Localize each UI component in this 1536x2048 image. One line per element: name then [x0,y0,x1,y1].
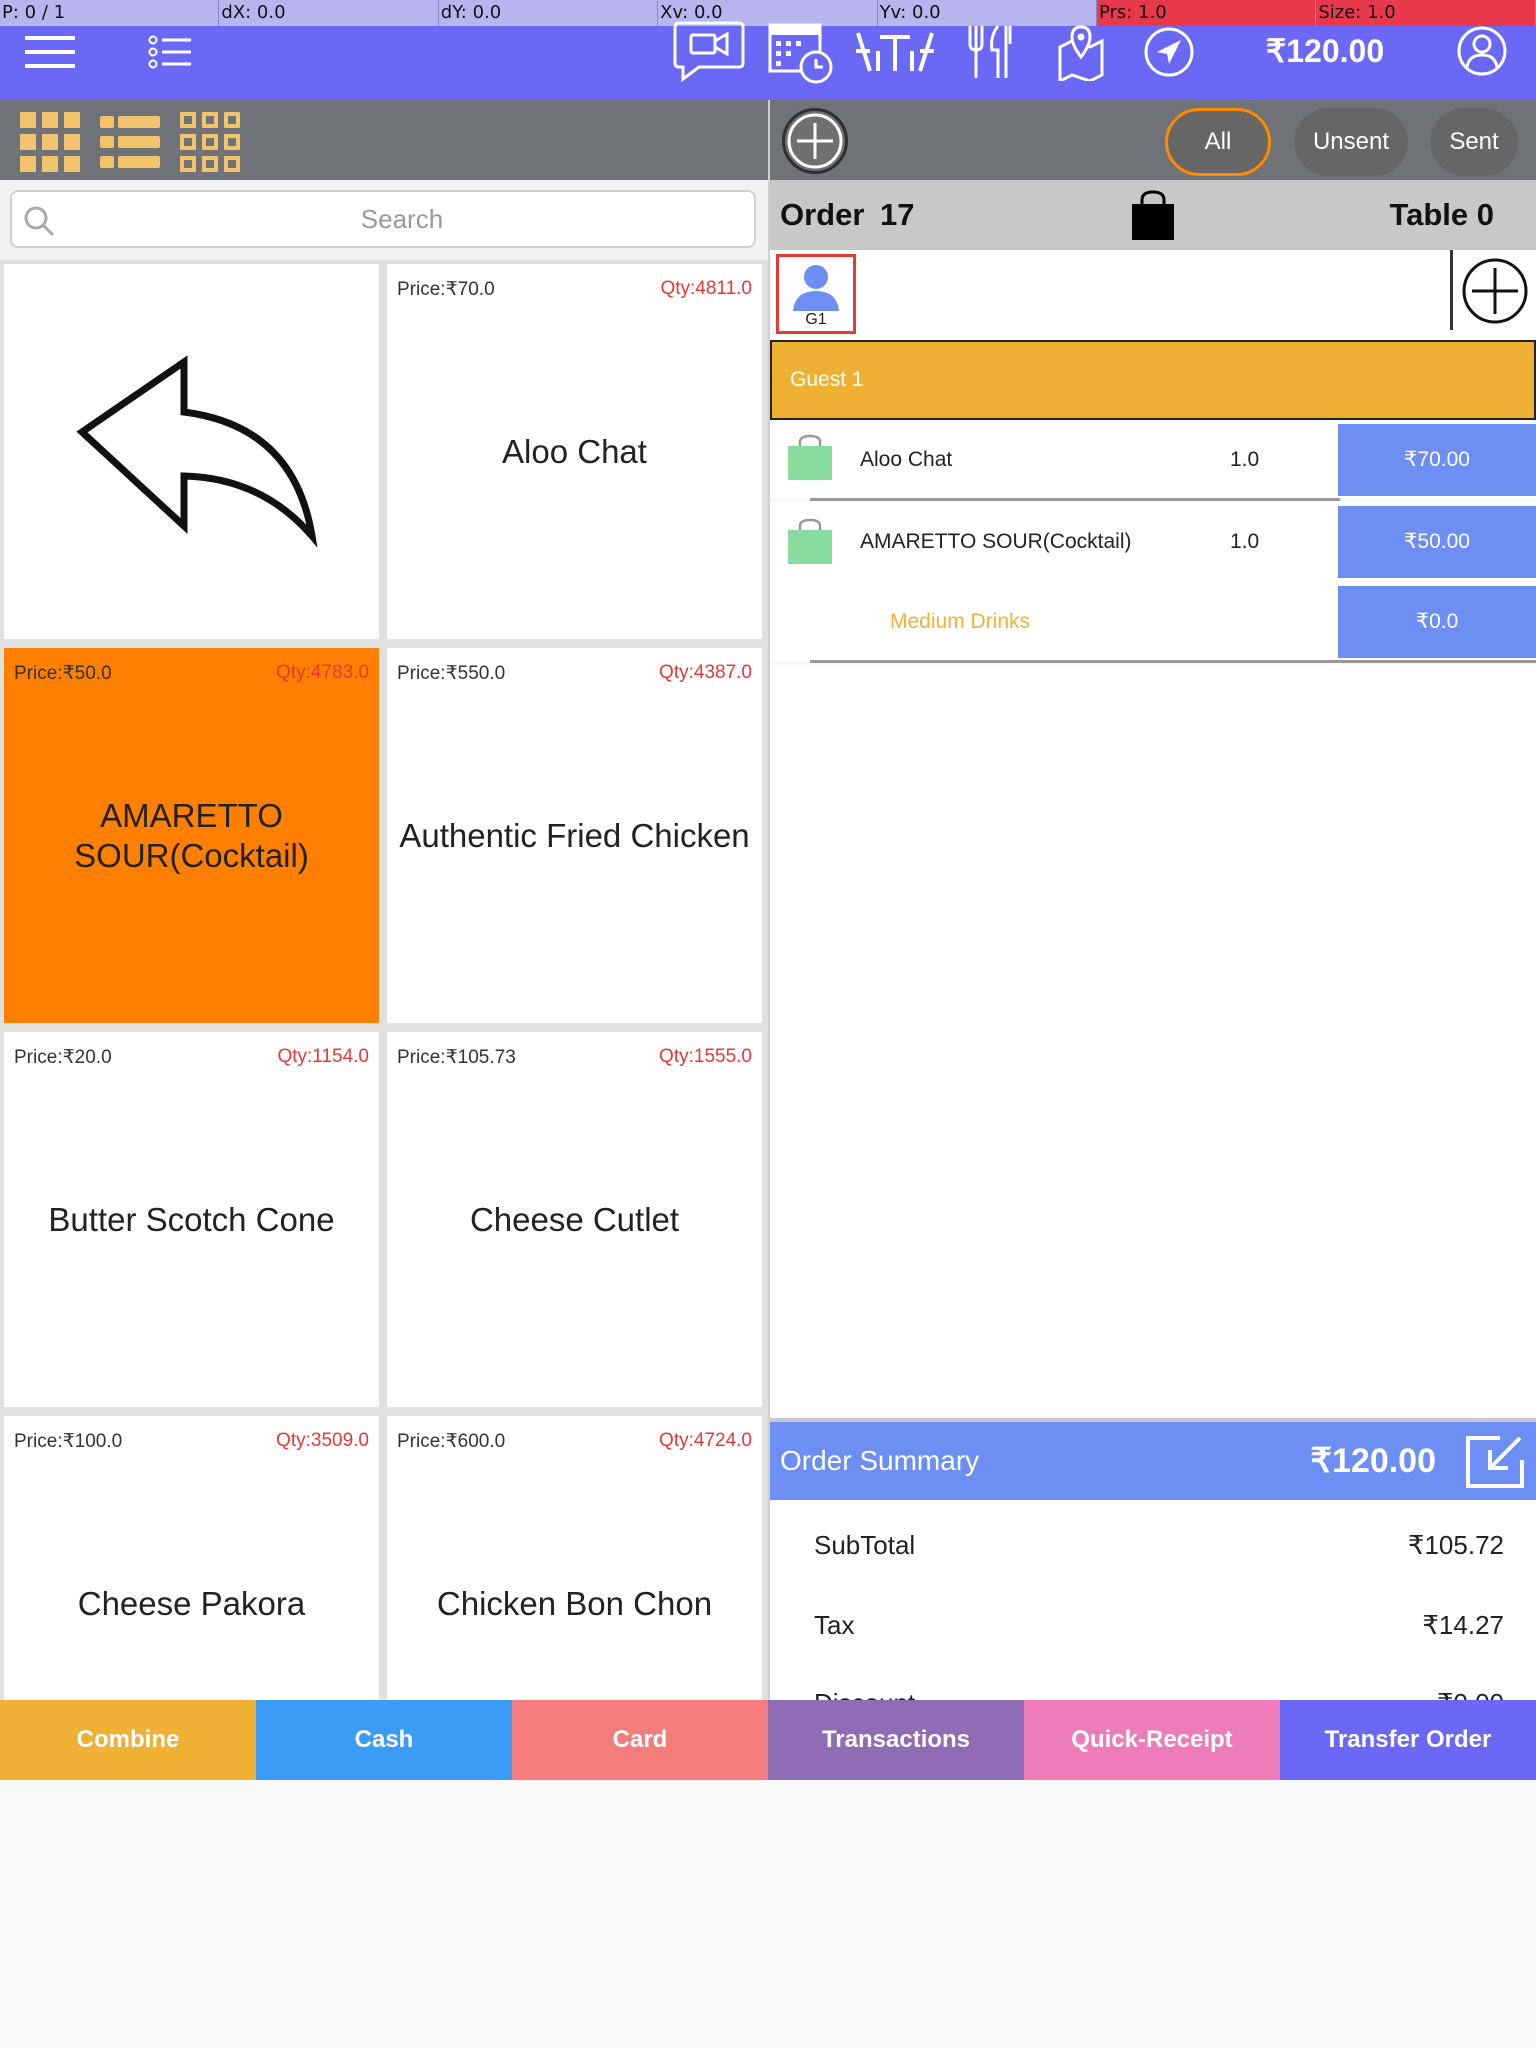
discount-label: Discount [814,1688,915,1700]
guest-divider [1450,250,1453,330]
menu-icon[interactable] [20,30,80,74]
search-icon [22,204,56,238]
product-tile[interactable]: Price:₹105.73 Qty:1555.0 Cheese Cutlet [387,1032,762,1407]
modifier-name: Medium Drinks [890,610,1031,633]
subtotal-value: ₹105.72 [1407,1530,1504,1560]
tile-name: Authentic Fried Chicken [399,816,750,854]
shopping-bag-icon [788,434,832,480]
action-bar: Combine Cash Card Transactions Quick-Rec… [0,1700,1536,1780]
order-list-empty-area [770,665,1536,1417]
debug-pointer: P: 0 / 1 [0,0,220,26]
plus-icon [1462,258,1528,324]
order-item-row[interactable]: Aloo Chat 1.0 ₹70.00 [770,422,1536,498]
filter-sent-button[interactable]: Sent [1430,108,1518,176]
user-icon[interactable] [1455,24,1509,78]
order-info-bar: Order 17 Table 0 [770,180,1536,250]
order-item-row[interactable]: AMARETTO SOUR(Cocktail) 1.0 ₹50.00 [770,502,1536,584]
product-tile[interactable]: Price:₹100.0 Qty:3509.0 Cheese Pakora [4,1416,379,1700]
guest-chip-g1[interactable]: G1 [776,254,856,334]
view-toggle-bar [0,100,768,180]
grid-view-icon[interactable] [18,110,82,174]
item-price[interactable]: ₹70.00 [1338,424,1536,496]
add-order-button[interactable] [782,108,848,174]
add-guest-button[interactable] [1460,256,1530,326]
transfer-order-button[interactable]: Transfer Order [1280,1700,1536,1780]
tax-row: Tax ₹14.27 [814,1610,1504,1641]
transactions-button[interactable]: Transactions [768,1700,1024,1780]
item-qty: 1.0 [1230,530,1260,553]
tile-name: Butter Scotch Cone [48,1200,335,1238]
tile-name: Aloo Chat [502,432,647,470]
order-filter-bar: All Unsent Sent [770,100,1536,180]
order-summary-body: SubTotal ₹105.72 Tax ₹14.27 Discount ₹0.… [770,1500,1536,1700]
guest-header-label: Guest 1 [790,368,864,391]
card-button[interactable]: Card [512,1700,768,1780]
item-name: AMARETTO SOUR(Cocktail) [860,530,1132,553]
tax-label: Tax [814,1610,855,1640]
subtotal-label: SubTotal [814,1530,916,1560]
product-tile[interactable]: Price:₹70.0 Qty:4811.0 Aloo Chat [387,264,762,639]
toolbar-total: ₹120.00 [1265,33,1385,69]
list-icon[interactable] [145,30,195,74]
quick-receipt-button[interactable]: Quick-Receipt [1024,1700,1280,1780]
combine-button[interactable]: Combine [0,1700,256,1780]
table-label: Table 0 [1389,197,1494,232]
search-area [0,180,768,260]
small-grid-view-icon[interactable] [178,110,242,174]
empty-bottom-area [0,1780,1536,2048]
product-tile[interactable]: Price:₹550.0 Qty:4387.0 Authentic Fried … [387,648,762,1023]
guest-chip-label: G1 [805,311,827,328]
top-toolbar: ₹120.00 [0,21,1536,100]
filter-all-button[interactable]: All [1165,108,1271,176]
navigation-icon[interactable] [1142,26,1196,78]
order-summary-title: Order Summary [780,1445,980,1476]
debug-dx: dX: 0.0 [219,0,439,26]
tile-name: Cheese Cutlet [469,1200,680,1238]
modifier-price[interactable]: ₹0.0 [1338,586,1536,658]
map-pin-icon[interactable] [1055,22,1107,82]
collapse-icon[interactable] [1464,1434,1526,1490]
order-summary-header[interactable]: Order Summary ₹120.00 [770,1418,1536,1500]
row-divider [810,660,1536,663]
filter-unsent-button[interactable]: Unsent [1294,108,1408,176]
item-qty: 1.0 [1230,448,1260,471]
restaurant-icon[interactable] [962,22,1018,80]
debug-dy: dY: 0.0 [439,0,659,26]
product-grid: Price:₹70.0 Qty:4811.0 Aloo Chat Price:₹… [0,260,768,1700]
order-number: 17 [880,197,915,232]
list-view-icon[interactable] [98,112,162,172]
debug-size: Size: 1.0 [1316,0,1536,26]
subtotal-row: SubTotal ₹105.72 [814,1530,1504,1561]
item-name: Aloo Chat [860,448,953,471]
video-chat-icon[interactable] [672,18,746,84]
discount-value: ₹0.00 [1437,1688,1504,1700]
back-tile[interactable] [4,264,379,639]
back-arrow-icon [76,355,318,548]
plus-icon [787,113,843,169]
order-label: Order [780,197,865,232]
product-tile-selected[interactable]: Price:₹50.0 Qty:4783.0 AMARETTO SOUR(Coc… [4,648,379,1023]
guest-header[interactable]: Guest 1 [770,340,1536,420]
table-icon[interactable] [853,26,937,78]
person-icon [793,265,839,311]
order-modifier-row[interactable]: Medium Drinks ₹0.0 [770,584,1536,662]
item-price[interactable]: ₹50.00 [1338,506,1536,578]
discount-row: Discount ₹0.00 [814,1688,1504,1700]
tile-name: AMARETTO SOUR(Cocktail) [74,796,309,874]
order-summary-total: ₹120.00 [1310,1442,1436,1480]
product-tile[interactable]: Price:₹20.0 Qty:1154.0 Butter Scotch Con… [4,1032,379,1407]
calendar-clock-icon[interactable] [765,20,835,86]
row-divider [810,498,1340,501]
search-box [10,190,756,248]
shopping-bag-icon [788,518,832,564]
tax-value: ₹14.27 [1422,1610,1504,1640]
debug-pressure: Prs: 1.0 [1096,0,1317,26]
pos-app: P: 0 / 1 dX: 0.0 dY: 0.0 Xv: 0.0 Yv: 0.0… [0,0,1536,2048]
search-input[interactable] [62,192,742,246]
product-tile[interactable]: Price:₹600.0 Qty:4724.0 Chicken Bon Chon [387,1416,762,1700]
shopping-bag-icon[interactable] [1128,190,1178,242]
cash-button[interactable]: Cash [256,1700,512,1780]
guest-selector: G1 [770,250,1536,340]
